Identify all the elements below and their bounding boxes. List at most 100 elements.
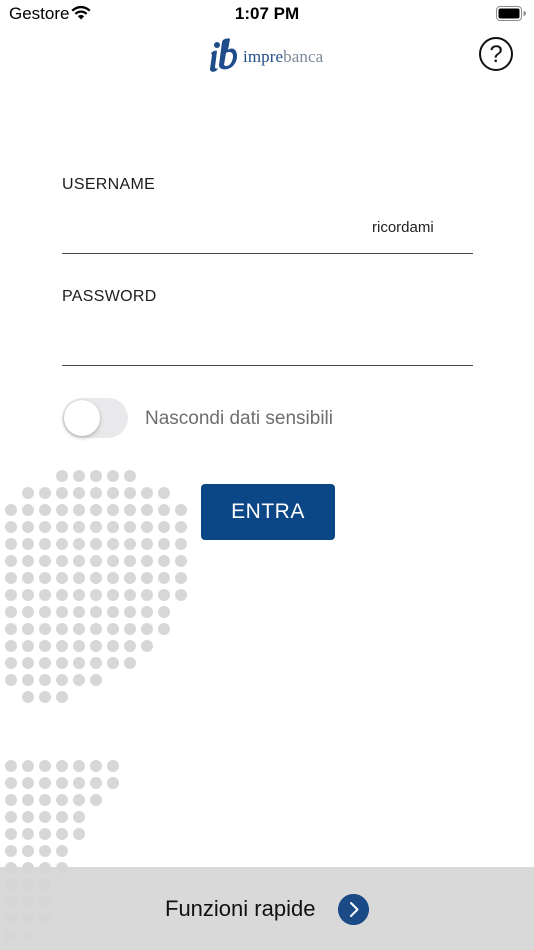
question-mark-icon: ? xyxy=(489,41,503,68)
decorative-dot xyxy=(158,572,170,584)
decorative-dot xyxy=(141,487,153,499)
decorative-dot xyxy=(90,640,102,652)
decorative-dot xyxy=(124,572,136,584)
decorative-dot xyxy=(5,640,17,652)
decorative-dot xyxy=(90,538,102,550)
decorative-dot xyxy=(39,760,51,772)
chevron-right-icon[interactable] xyxy=(338,894,369,925)
decorative-dot xyxy=(73,589,85,601)
decorative-dot xyxy=(56,691,68,703)
decorative-dot xyxy=(39,657,51,669)
hide-sensitive-data-toggle[interactable] xyxy=(62,398,128,438)
decorative-dot xyxy=(73,640,85,652)
username-input[interactable] xyxy=(62,219,362,253)
decorative-dot xyxy=(158,538,170,550)
decorative-dot xyxy=(22,657,34,669)
decorative-dot xyxy=(73,657,85,669)
decorative-dot xyxy=(22,606,34,618)
decorative-dot xyxy=(39,538,51,550)
decorative-dot xyxy=(39,555,51,567)
decorative-dot xyxy=(158,504,170,516)
decorative-dot xyxy=(73,538,85,550)
decorative-dot xyxy=(5,589,17,601)
decorative-dot xyxy=(141,623,153,635)
decorative-dot xyxy=(90,606,102,618)
decorative-dot xyxy=(107,487,119,499)
login-submit-button[interactable]: ENTRA xyxy=(201,484,335,540)
help-button[interactable]: ? xyxy=(479,37,513,71)
decorative-dot xyxy=(56,606,68,618)
decorative-dot xyxy=(22,487,34,499)
decorative-dot xyxy=(73,674,85,686)
decorative-dot xyxy=(22,538,34,550)
logo-wordmark-banca: banca xyxy=(283,47,324,66)
decorative-dot xyxy=(90,572,102,584)
decorative-dot xyxy=(124,470,136,482)
decorative-dot xyxy=(90,487,102,499)
decorative-dot xyxy=(73,811,85,823)
decorative-dot xyxy=(56,538,68,550)
decorative-dot xyxy=(5,760,17,772)
decorative-dot xyxy=(90,623,102,635)
login-screen: Gestore 1:07 PM imprebanca ? USERNAME ri… xyxy=(0,0,534,950)
decorative-dot xyxy=(56,777,68,789)
decorative-dot xyxy=(124,606,136,618)
decorative-dot xyxy=(107,538,119,550)
decorative-dot xyxy=(56,470,68,482)
decorative-dot xyxy=(39,623,51,635)
decorative-dot xyxy=(141,555,153,567)
decorative-dot xyxy=(5,606,17,618)
decorative-dot xyxy=(90,521,102,533)
decorative-dot xyxy=(22,828,34,840)
decorative-dot xyxy=(90,470,102,482)
decorative-dot xyxy=(22,640,34,652)
decorative-dot xyxy=(22,845,34,857)
password-label: PASSWORD xyxy=(62,288,157,305)
decorative-dot xyxy=(141,589,153,601)
decorative-dot xyxy=(56,811,68,823)
decorative-dot xyxy=(141,538,153,550)
decorative-dot xyxy=(73,555,85,567)
decorative-dot xyxy=(90,657,102,669)
decorative-dot xyxy=(5,572,17,584)
decorative-dot xyxy=(73,470,85,482)
decorative-dot xyxy=(56,828,68,840)
decorative-dot xyxy=(22,674,34,686)
decorative-dot xyxy=(56,657,68,669)
decorative-dot xyxy=(56,640,68,652)
decorative-dot xyxy=(39,777,51,789)
decorative-dot xyxy=(107,555,119,567)
decorative-dot xyxy=(158,555,170,567)
decorative-dot xyxy=(175,504,187,516)
decorative-dot xyxy=(158,606,170,618)
decorative-dot xyxy=(5,504,17,516)
decorative-dot xyxy=(158,521,170,533)
decorative-dot xyxy=(39,521,51,533)
decorative-dot xyxy=(22,521,34,533)
decorative-dot xyxy=(5,777,17,789)
logo-mark-icon xyxy=(210,38,237,72)
decorative-dot xyxy=(158,487,170,499)
decorative-dot xyxy=(56,589,68,601)
decorative-dot xyxy=(39,504,51,516)
logo-wordmark: imprebanca xyxy=(243,47,323,67)
quick-functions-bar[interactable]: Funzioni rapide xyxy=(0,867,534,950)
password-input[interactable] xyxy=(62,331,473,366)
decorative-dot xyxy=(39,794,51,806)
status-time: 1:07 PM xyxy=(234,4,300,23)
decorative-dot xyxy=(22,691,34,703)
decorative-dot xyxy=(56,487,68,499)
decorative-dot xyxy=(107,606,119,618)
decorative-dot xyxy=(107,657,119,669)
decorative-dot xyxy=(39,811,51,823)
decorative-dot xyxy=(141,640,153,652)
decorative-dot xyxy=(56,674,68,686)
decorative-dot xyxy=(107,470,119,482)
battery-icon xyxy=(496,6,526,21)
decorative-dot xyxy=(73,828,85,840)
decorative-dot xyxy=(22,777,34,789)
decorative-dot xyxy=(22,811,34,823)
decorative-dot xyxy=(158,623,170,635)
decorative-dot xyxy=(107,777,119,789)
remember-me-option[interactable]: ricordami xyxy=(372,219,434,236)
